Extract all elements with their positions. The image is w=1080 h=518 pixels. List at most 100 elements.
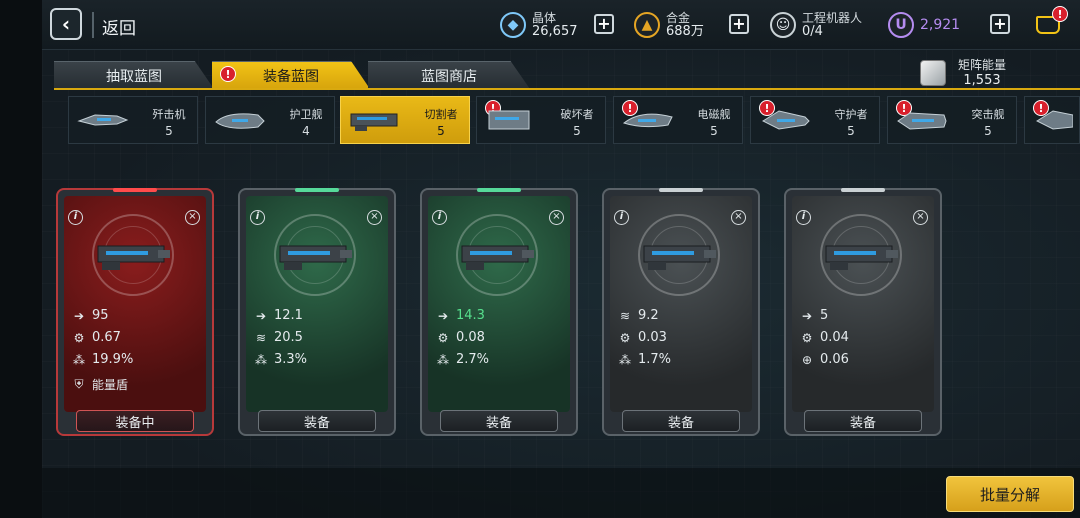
ship-count: 5	[165, 124, 173, 138]
back-label[interactable]: 返回	[102, 14, 136, 39]
equip-button[interactable]: 装备	[804, 410, 922, 432]
tab-blueprint-shop[interactable]: 蓝图商店	[368, 61, 530, 89]
shield-icon: ⛨	[74, 377, 84, 391]
ship-count: 5	[710, 124, 718, 138]
ship-item[interactable]: !	[1024, 96, 1080, 144]
resource-alloy: ▲ 合金 688万	[634, 6, 704, 44]
gear-icon: ⚙	[619, 330, 631, 345]
arrow-icon: ➔	[73, 308, 85, 323]
cutter-ship-icon	[350, 113, 398, 131]
ship-item[interactable]: ! 电磁舰 5	[613, 96, 743, 144]
resource-value: 0/4	[802, 24, 823, 39]
crosshair-icon: ⊕	[801, 352, 813, 367]
card-stat: ➔ 12.1	[252, 308, 303, 323]
ship-count: 5	[984, 124, 992, 138]
ship-count: 4	[302, 124, 310, 138]
currency-value: 2,921	[920, 17, 961, 33]
tab-label: 装备蓝图	[263, 68, 319, 85]
info-icon[interactable]: i	[68, 210, 83, 225]
stat-value: 0.04	[820, 330, 849, 345]
add-crystal-button[interactable]: +	[594, 14, 614, 34]
gear-icon: ⚙	[801, 330, 813, 345]
ship-item[interactable]: 歼击机 5	[68, 96, 198, 144]
card-stat: ⚙ 0.08	[434, 330, 485, 345]
ship-name: 歼击机	[152, 108, 186, 121]
resource-name: 合金	[666, 11, 691, 25]
arrow-icon: ➔	[255, 308, 267, 323]
blueprint-card[interactable]: i × ➔ 95 ⚙ 0.67 ⁂ 19.9% ⛨ 能量盾 装备中	[56, 188, 214, 436]
equip-button[interactable]: 装备	[440, 410, 558, 432]
resource-crystal: ◆ 晶体 26,657	[500, 6, 578, 44]
equip-button[interactable]: 装备	[258, 410, 376, 432]
tab-badge: !	[220, 66, 236, 82]
ship-count: 5	[573, 124, 581, 138]
card-stat: ≋ 20.5	[252, 330, 303, 345]
arrow-icon: ➔	[801, 308, 813, 323]
stat-value: 12.1	[274, 308, 303, 323]
matrix-energy: 矩阵能量 1,553	[920, 58, 1006, 88]
fighter-ship-icon	[77, 114, 129, 126]
ship-count: 5	[437, 124, 445, 138]
ship-item[interactable]: ! 突击舰 5	[887, 96, 1017, 144]
ship-item[interactable]: ! 破坏者 5	[476, 96, 606, 144]
arrow-icon: ➔	[437, 308, 449, 323]
stat-value: 20.5	[274, 330, 303, 345]
card-stat: ⊕ 0.06	[798, 352, 849, 367]
gear-icon: ⚙	[437, 330, 449, 345]
equip-button[interactable]: 装备	[622, 410, 740, 432]
tab-underline	[54, 88, 1080, 90]
equip-button[interactable]: 装备中	[76, 410, 194, 432]
close-icon[interactable]: ×	[913, 210, 928, 225]
close-icon[interactable]: ×	[367, 210, 382, 225]
tab-label: 抽取蓝图	[106, 68, 162, 85]
info-icon[interactable]: i	[796, 210, 811, 225]
stat-value: 9.2	[638, 308, 659, 323]
spread-icon: ⁂	[255, 352, 267, 367]
add-alloy-button[interactable]: +	[729, 14, 749, 34]
rarity-glow	[659, 188, 703, 192]
resource-name: 晶体	[532, 11, 557, 25]
card-stat: ⁂ 2.7%	[434, 352, 489, 367]
stat-value: 0.03	[638, 330, 667, 345]
destroyer-ship-icon	[488, 110, 530, 130]
tab-equip-blueprint[interactable]: ! 装备蓝图	[212, 61, 370, 89]
assault-ship-icon	[897, 112, 947, 130]
close-icon[interactable]: ×	[731, 210, 746, 225]
blueprint-card[interactable]: i × ➔ 12.1 ≋ 20.5 ⁂ 3.3% 装备	[238, 188, 396, 436]
bulk-decompose-button[interactable]: 批量分解	[946, 476, 1074, 512]
ship-name: 切割者	[424, 108, 458, 121]
alloy-icon: ▲	[634, 12, 660, 38]
back-button[interactable]: ‹	[50, 8, 82, 40]
info-icon[interactable]: i	[614, 210, 629, 225]
card-stat: ➔ 5	[798, 308, 828, 323]
card-stat: ⁂ 3.3%	[252, 352, 307, 367]
bottom-band	[42, 468, 1080, 518]
currency-u-icon: U	[888, 12, 914, 38]
close-icon[interactable]: ×	[185, 210, 200, 225]
spread-icon: ⁂	[437, 352, 449, 367]
ship-name: 电磁舰	[697, 108, 731, 121]
ship-item[interactable]: 护卫舰 4	[205, 96, 335, 144]
rarity-glow	[295, 188, 339, 192]
tab-draw-blueprint[interactable]: 抽取蓝图	[54, 61, 214, 89]
blueprint-card[interactable]: i × ➔ 5 ⚙ 0.04 ⊕ 0.06 装备	[784, 188, 942, 436]
stat-value: 5	[820, 308, 829, 323]
card-stat: ⁂ 19.9%	[70, 352, 133, 367]
close-icon[interactable]: ×	[549, 210, 564, 225]
blueprint-card[interactable]: i × ≋ 9.2 ⚙ 0.03 ⁂ 1.7% 装备	[602, 188, 760, 436]
matrix-energy-label: 矩阵能量	[958, 58, 1007, 72]
divider	[92, 12, 94, 38]
stat-value: 2.7%	[456, 352, 490, 367]
stat-value: 14.3	[456, 308, 485, 323]
info-icon[interactable]: i	[432, 210, 447, 225]
resource-name: 工程机器人	[802, 11, 863, 25]
shop-cart-button[interactable]: !	[1034, 6, 1068, 40]
resource-robot: ☺ 工程机器人 0/4	[770, 6, 862, 44]
blueprint-card[interactable]: i × ➔ 14.3 ⚙ 0.08 ⁂ 2.7% 装备	[420, 188, 578, 436]
ship-item[interactable]: 切割者 5	[340, 96, 470, 144]
add-currency-button[interactable]: +	[990, 14, 1010, 34]
card-stat: ⛨ 能量盾	[70, 376, 128, 393]
ship-item[interactable]: ! 守护者 5	[750, 96, 880, 144]
info-icon[interactable]: i	[250, 210, 265, 225]
weapon-icon	[643, 245, 716, 270]
